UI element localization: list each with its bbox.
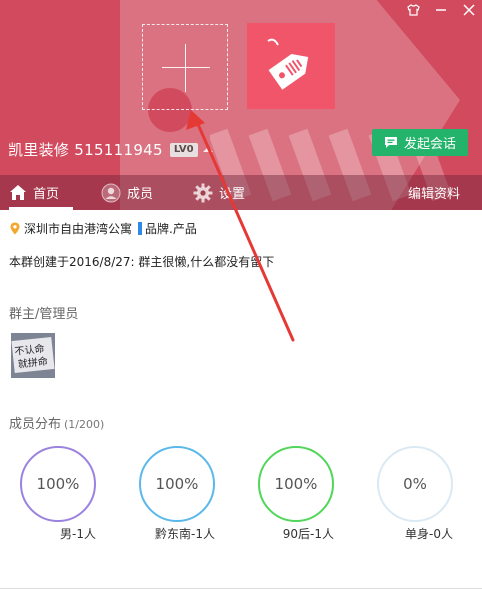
window-controls (406, 2, 476, 18)
tab-settings-label: 设置 (219, 187, 246, 202)
distribution-item-age[interactable]: 100% 90后-1人 (258, 446, 334, 542)
group-avatar[interactable] (247, 23, 335, 109)
home-icon (10, 185, 26, 200)
plus-icon (162, 67, 210, 68)
group-location: 深圳市自由港湾公寓 (24, 222, 133, 236)
start-chat-label: 发起会话 (403, 137, 456, 152)
group-name-row: 凯里装修 515111945 LV0 (8, 139, 213, 160)
admin-avatar-image: 不认命 就拼命 (11, 333, 55, 378)
distribution-item-gender[interactable]: 100% 男-1人 (20, 446, 96, 542)
avatar[interactable]: 不认命 就拼命 (11, 333, 55, 378)
minimize-icon[interactable] (434, 3, 448, 17)
tab-settings[interactable]: 设置 (193, 175, 245, 210)
distribution-item-region[interactable]: 100% 黔东南-1人 (139, 446, 215, 542)
start-chat-button[interactable]: 发起会话 (372, 129, 468, 156)
caret-up-icon (202, 147, 213, 152)
tab-home[interactable]: 首页 (9, 175, 73, 210)
gear-icon (193, 183, 213, 202)
add-photo-button[interactable] (142, 24, 228, 110)
group-name: 凯里装修 515111945 (8, 141, 163, 159)
user-icon (101, 183, 121, 202)
region-ring: 100% (139, 446, 215, 522)
distribution-title: 成员分布 (9, 417, 62, 432)
nav-bar: 首页 成员 设置 编辑资料 (0, 175, 482, 210)
location-pin-icon (10, 222, 20, 235)
gender-ring: 100% (20, 446, 96, 522)
admins-section-title: 群主/管理员 (9, 307, 79, 322)
relationship-label: 单身-0人 (405, 527, 453, 541)
active-tab-indicator (9, 207, 73, 210)
price-tag-icon (267, 38, 309, 90)
group-category: 品牌.产品 (145, 222, 197, 236)
tab-members-label: 成员 (127, 187, 154, 202)
relationship-ring: 0% (377, 446, 453, 522)
group-description: 本群创建于2016/8/27: 群主很懒,什么都没有留下 (9, 255, 275, 269)
region-label: 黔东南-1人 (155, 527, 215, 541)
divider (0, 588, 482, 589)
shirt-icon[interactable] (406, 3, 420, 17)
level-badge: LV0 (169, 142, 198, 157)
age-label: 90后-1人 (282, 527, 334, 541)
member-count: (1/200) (64, 418, 105, 431)
tab-members[interactable]: 成员 (101, 175, 153, 210)
chat-bubble-icon (384, 137, 397, 148)
distribution-section-title: 成员分布 (1/200) (9, 413, 104, 432)
edit-profile-label: 编辑资料 (407, 187, 460, 202)
group-info-row: 深圳市自由港湾公寓 品牌.产品 (10, 220, 197, 237)
category-marker (138, 222, 143, 235)
gender-label: 男-1人 (60, 527, 96, 541)
distribution-item-relationship[interactable]: 0% 单身-0人 (377, 446, 453, 542)
close-icon[interactable] (462, 3, 476, 17)
age-ring: 100% (258, 446, 334, 522)
tab-home-label: 首页 (33, 187, 60, 202)
group-header: 凯里装修 515111945 LV0 发起会话 首页 成员 设置 编辑资料 (0, 0, 482, 210)
edit-profile-link[interactable]: 编辑资料 (408, 175, 460, 210)
